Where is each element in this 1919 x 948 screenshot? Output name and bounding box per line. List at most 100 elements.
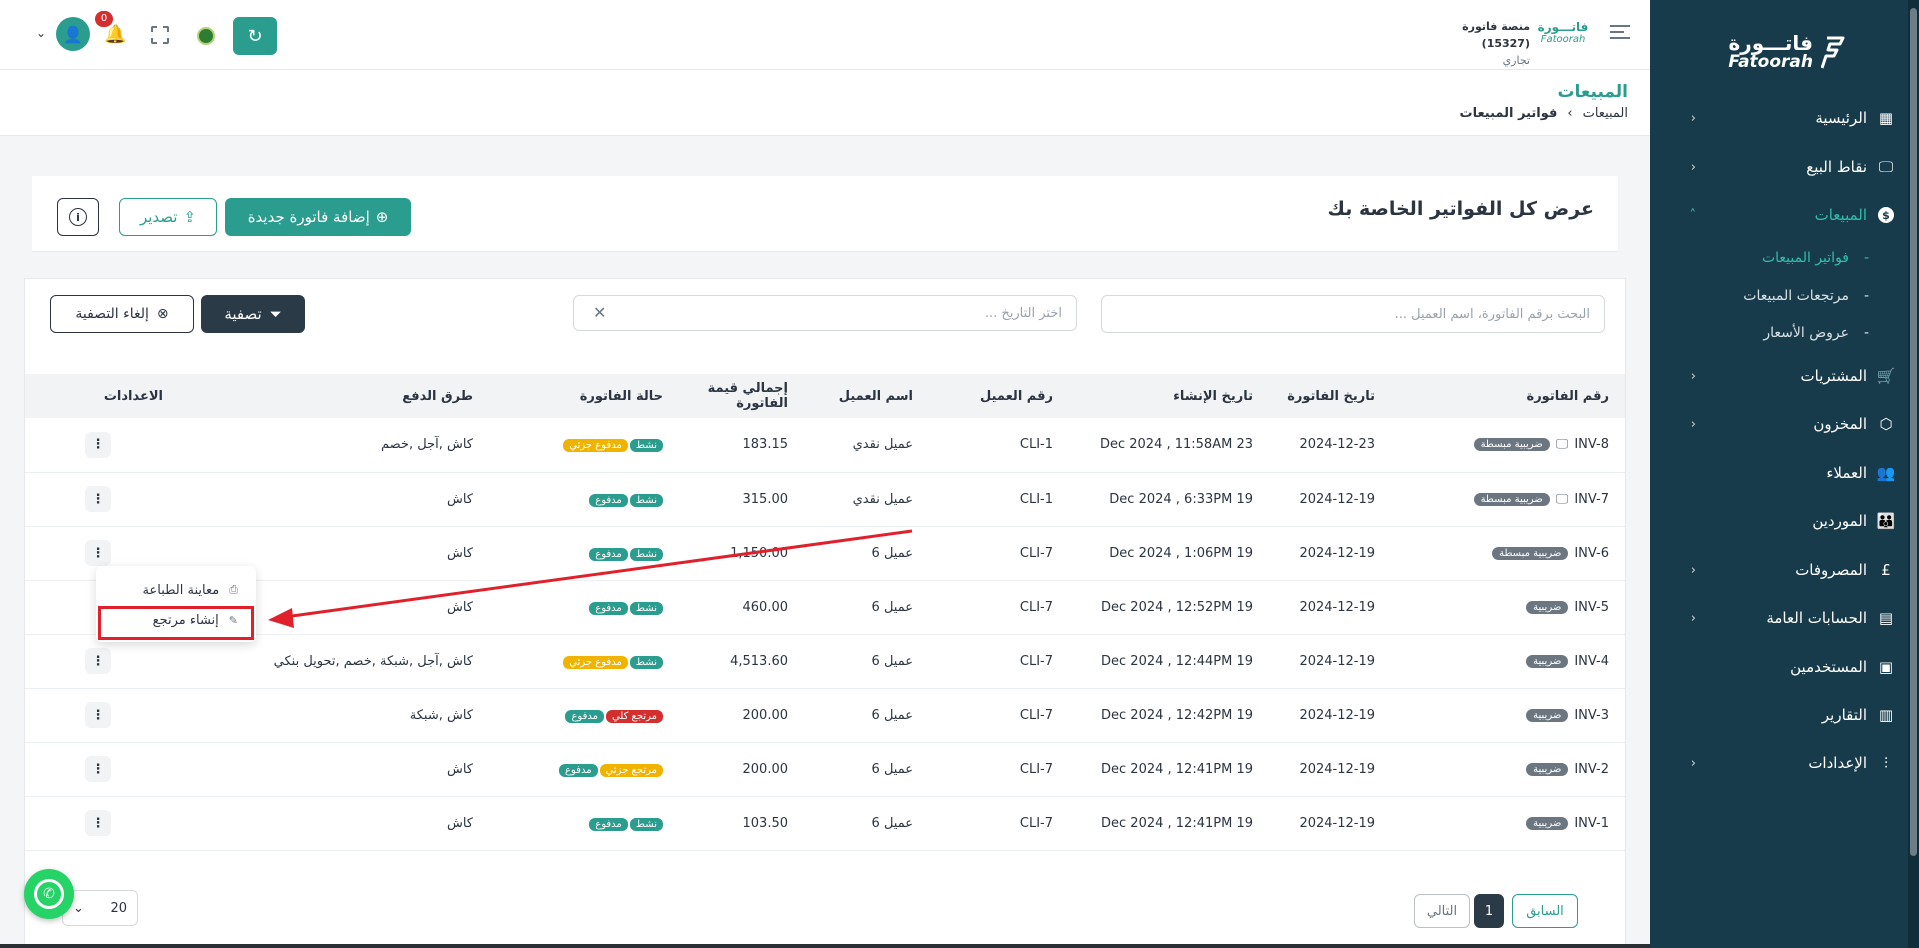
grid-icon: ▦ [1878, 109, 1894, 127]
sidebar-item-label: نقاط البيع [1806, 158, 1867, 176]
add-invoice-button[interactable]: ⊕ إضافة فاتورة جديدة [225, 198, 411, 236]
table-row[interactable]: INV-1 ضريبية 2024-12-19 19 Dec 2024 , 12:… [25, 796, 1625, 850]
status-badge: مرتجع كلي [605, 709, 663, 723]
table-row[interactable]: INV-6 ضريبية مبسطة 2024-12-19 19 Dec 2024… [25, 526, 1625, 580]
bell-icon[interactable]: 🔔 [104, 24, 126, 46]
avatar[interactable]: 👤 [56, 17, 90, 51]
invoice-number[interactable]: INV-1 [1574, 816, 1609, 831]
monitor-icon: 🖵 [1555, 491, 1569, 507]
column-header[interactable]: رقم العميل [921, 374, 1061, 418]
client-name: عميل 6 [871, 653, 913, 669]
row-actions-button[interactable]: ⋮ [85, 702, 111, 728]
export-button[interactable]: ⇪ تصدير [119, 198, 217, 236]
pagination-previous-button[interactable]: السابق [1512, 894, 1578, 928]
payment-methods: كاش ,آجل ,شبكة ,خصم ,تحويل بنكي [273, 653, 473, 669]
sidebar-item-label: الحسابات العامة [1766, 609, 1867, 627]
sidebar-item-label: المشتريات [1800, 367, 1867, 385]
filter-button[interactable]: ⏷ تصفية [201, 295, 305, 333]
fullscreen-icon[interactable] [151, 26, 169, 44]
sidebar-subitem-sales-invoices[interactable]: - فواتير المبيعات [1679, 244, 1869, 272]
table-row[interactable]: INV-4 ضريبية 2024-12-19 19 Dec 2024 , 12:… [25, 634, 1625, 688]
saudi-flag-icon[interactable] [197, 27, 215, 45]
table-row[interactable]: INV-2 ضريبية 2024-12-19 19 Dec 2024 , 12:… [25, 742, 1625, 796]
sidebar-item-home[interactable]: ▦ الرئيسية ‹ [1682, 100, 1897, 136]
column-header[interactable]: تاريخ الإنشاء [1061, 374, 1261, 418]
invoice-date: 2024-12-19 [1299, 761, 1375, 777]
fatoorah-logo[interactable]: فاتـــورة Fatoorah [1719, 28, 1849, 76]
invoice-number[interactable]: INV-5 [1574, 600, 1609, 615]
column-header[interactable]: طرق الدفع [171, 374, 481, 418]
whatsapp-icon: ✆ [34, 879, 64, 909]
row-actions-button[interactable]: ⋮ [85, 540, 111, 566]
invoice-number[interactable]: INV-4 [1574, 654, 1609, 669]
sidebar-item-label: التقارير [1821, 706, 1867, 724]
created-date: 19 Dec 2024 , 12:42PM [1101, 707, 1253, 723]
sidebar-item-reports[interactable]: ▥ التقارير [1682, 697, 1897, 733]
pagination-page-button[interactable]: 1 [1474, 894, 1504, 928]
sidebar-item-users[interactable]: ▣ المستخدمين [1682, 649, 1897, 685]
print-preview-menu-item[interactable]: ⎙ معاينة الطباعة [112, 577, 239, 603]
row-actions-button[interactable]: ⋮ [85, 486, 111, 512]
invoice-date: 2024-12-19 [1299, 707, 1375, 723]
tax-type-badge: ضريبية مبسطة [1473, 438, 1550, 452]
column-header[interactable]: تاريخ الفاتورة [1261, 374, 1383, 418]
table-row[interactable]: INV-7 🖵 ضريبية مبسطة 2024-12-19 19 Dec 202… [25, 472, 1625, 526]
invoice-number[interactable]: INV-8 [1574, 437, 1609, 452]
pound-icon: £ [1881, 561, 1891, 579]
client-number: CLI-7 [1019, 761, 1053, 777]
row-actions-button[interactable]: ⋮ [85, 810, 111, 836]
sidebar-item-inventory[interactable]: ⬡ المخزون ‹ [1682, 406, 1897, 442]
menu-toggle-icon[interactable] [1610, 25, 1630, 39]
refresh-button[interactable]: ↻ [233, 17, 277, 55]
column-header[interactable]: إجمالي قيمة الفاتورة [671, 374, 796, 418]
search-input[interactable] [1101, 295, 1605, 333]
column-header[interactable]: رقم الفاتورة [1383, 374, 1625, 418]
tax-type-badge: ضريبية [1526, 816, 1569, 830]
dollar-icon: $ [1875, 207, 1897, 223]
invoice-date: 2024-12-19 [1299, 545, 1375, 561]
sidebar-item-expenses[interactable]: £ المصروفات ‹ [1682, 552, 1897, 588]
cart-icon: 🛒 [1876, 367, 1896, 385]
sidebar-item-sales[interactable]: $ المبيعات ˄ [1682, 197, 1897, 233]
sidebar-subitem-sales-returns[interactable]: - مرتجعات المبيعات [1679, 282, 1869, 310]
platform-name: منصة فاتورة [1462, 20, 1530, 33]
invoice-number[interactable]: INV-3 [1574, 708, 1609, 723]
sidebar-item-settings[interactable]: ⫶ الإعدادات ‹ [1682, 745, 1897, 781]
table-row[interactable]: INV-8 🖵 ضريبية مبسطة 2024-12-23 23 Dec 202… [25, 418, 1625, 472]
chevron-down-icon[interactable]: ⌄ [36, 26, 50, 40]
platform-info: منصة فاتورة (15327) تجاري [1430, 18, 1530, 69]
invoice-total: 460.00 [742, 599, 789, 615]
table-row[interactable]: INV-5 ضريبية 2024-12-19 19 Dec 2024 , 12:… [25, 580, 1625, 634]
sidebar-item-pos[interactable]: 🖵 نقاط البيع ‹ [1682, 149, 1897, 185]
column-header[interactable]: حالة الفاتورة [481, 374, 671, 418]
invoices-card-header: عرض كل الفواتير الخاصة بك ⊕ إضافة فاتورة… [32, 176, 1618, 252]
row-actions-button[interactable]: ⋮ [85, 431, 111, 458]
scrollbar-thumb[interactable] [1910, 8, 1917, 856]
pagination-next-button[interactable]: التالي [1414, 894, 1470, 928]
monitor-icon: 🖵 [1878, 158, 1894, 176]
page-title: المبيعات [1557, 82, 1628, 102]
column-header[interactable]: اسم العميل [796, 374, 921, 418]
row-actions-button[interactable]: ⋮ [85, 756, 111, 782]
tax-type-badge: ضريبية مبسطة [1473, 492, 1550, 506]
sidebar-item-suppliers[interactable]: 👪 الموردين [1682, 503, 1897, 539]
close-icon[interactable]: ✕ [593, 303, 606, 322]
sidebar-item-customers[interactable]: 👥 العملاء [1682, 455, 1897, 491]
invoice-number[interactable]: INV-2 [1574, 762, 1609, 777]
invoice-number[interactable]: INV-7 [1574, 492, 1609, 507]
date-picker-input[interactable] [573, 295, 1077, 331]
sidebar-item-purchases[interactable]: 🛒 المشتريات ‹ [1682, 358, 1897, 394]
clear-filter-button[interactable]: ⊗ إلغاء التصفية [50, 295, 194, 333]
payment-status-badge: مدفوع [589, 601, 628, 615]
invoice-number[interactable]: INV-6 [1574, 546, 1609, 561]
row-actions-button[interactable]: ⋮ [85, 648, 111, 674]
table-row[interactable]: INV-3 ضريبية 2024-12-19 19 Dec 2024 , 12:… [25, 688, 1625, 742]
client-name: عميل 6 [871, 545, 913, 561]
invoice-total: 1,150.00 [730, 545, 788, 561]
info-button[interactable]: i [57, 198, 99, 236]
whatsapp-button[interactable]: ✆ [24, 869, 74, 919]
sidebar-item-general-accounts[interactable]: ▤ الحسابات العامة ‹ [1682, 600, 1897, 636]
breadcrumb-root[interactable]: المبيعات [1583, 106, 1628, 121]
sidebar-scrollbar[interactable] [1908, 0, 1919, 948]
sidebar-subitem-quotations[interactable]: - عروض الأسعار [1679, 319, 1869, 347]
